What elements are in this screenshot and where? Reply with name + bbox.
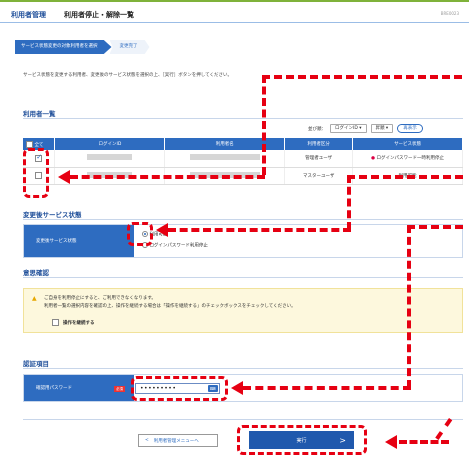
chevron-left-icon: < (145, 438, 149, 443)
user-type-cell: マスターユーザ (284, 167, 354, 185)
notice-line: 利用者一覧の選択内容を確認の上、操作を継続する場合は「操作を継続する」のチェック… (44, 304, 296, 309)
resort-button[interactable]: 再表示 (397, 124, 423, 133)
callout-line (168, 228, 351, 232)
page-title: 利用者停止・解除一覧 (64, 11, 134, 19)
highlight-password (131, 376, 228, 401)
continue-checkbox-label: 操作を継続する (63, 320, 95, 326)
callout-line (262, 75, 462, 79)
divider (23, 219, 463, 220)
caution-icon: ▲ (32, 295, 37, 302)
highlight-radio (127, 222, 153, 246)
highlight-row-checkbox (23, 148, 49, 198)
callout-line (243, 386, 411, 390)
user-list-title: 利用者一覧 (23, 110, 56, 118)
sort-order-select[interactable]: 昇順 ▾ (370, 124, 394, 133)
arrow-left-icon (156, 223, 168, 237)
table-header-row: 全て ログインID 利用者名 利用者区分 サービス状態 (23, 138, 463, 150)
screen-id: BRE0023 (440, 11, 459, 16)
step-indicator: サービス状態変更の対象利用者を選択 変更完了 (15, 40, 150, 54)
confirm-notice: ▲ ご自身を利用停止にすると、ご利用できなくなります。 利用者一覧の選択内容を確… (23, 288, 463, 333)
back-to-menu-button[interactable]: < 利用者管理メニューへ (138, 434, 218, 447)
service-label: 変更後サービス状態 (24, 225, 134, 257)
step-current: サービス状態変更の対象利用者を選択 (15, 40, 112, 54)
arrow-left-icon (231, 381, 243, 395)
sort-field-select[interactable]: ログインID ▾ (330, 124, 367, 133)
select-all-checkbox[interactable] (26, 140, 33, 148)
user-type-cell: 管理者ユーザ (284, 150, 354, 168)
arrow-left-icon (58, 170, 70, 184)
warning-icon: ● (371, 156, 376, 162)
confirm-section-title: 意思確認 (23, 269, 49, 277)
callout-line (70, 175, 265, 179)
sort-bar: 並び順： ログインID ▾ 昇順 ▾ 再表示 (308, 124, 423, 133)
highlight-execute (237, 425, 367, 455)
callout-line (347, 175, 351, 230)
callout-line (407, 225, 411, 388)
continue-checkbox[interactable] (52, 319, 59, 326)
callout-line (407, 225, 463, 229)
callout-line (399, 440, 449, 444)
login-id-cell (54, 150, 166, 168)
intro-text: サービス状態を変更する利用者、変更後のサービス状態を選択の上、［実行］ボタンを押… (23, 73, 232, 78)
callout-line (347, 175, 463, 179)
notice-line: ご自身を利用停止にすると、ご利用できなくなります。 (44, 296, 156, 301)
continue-checkbox-row[interactable]: 操作を継続する (52, 319, 95, 326)
column-header: サービス状態 (352, 138, 463, 150)
page-header: 利用者管理 利用者停止・解除一覧 BRE0023 (0, 3, 469, 23)
arrow-left-icon (385, 435, 397, 449)
column-header: 利用者名 (164, 138, 286, 150)
step-next: 変更完了 (109, 40, 150, 54)
callout-line (435, 418, 453, 440)
table-row: 管理者ユーザ ● ログインパスワード一時利用停止 (23, 150, 463, 168)
column-header: ログインID (54, 138, 166, 150)
redacted-text (87, 154, 133, 161)
redacted-text (189, 154, 260, 161)
service-section-title: 変更後サービス状態 (23, 211, 82, 219)
divider (23, 419, 463, 420)
required-badge: 必須 (114, 386, 125, 392)
sort-label: 並び順： (308, 126, 326, 132)
column-header: 利用者区分 (284, 138, 354, 150)
section-title: 利用者管理 (11, 11, 46, 19)
user-name-cell (164, 150, 286, 168)
divider (23, 118, 463, 119)
top-accent-line (0, 0, 469, 2)
service-status-cell: ● ログインパスワード一時利用停止 (352, 150, 463, 168)
divider (23, 277, 463, 278)
auth-section-title: 認証項目 (23, 360, 49, 368)
divider (23, 368, 463, 369)
callout-line (262, 75, 266, 175)
